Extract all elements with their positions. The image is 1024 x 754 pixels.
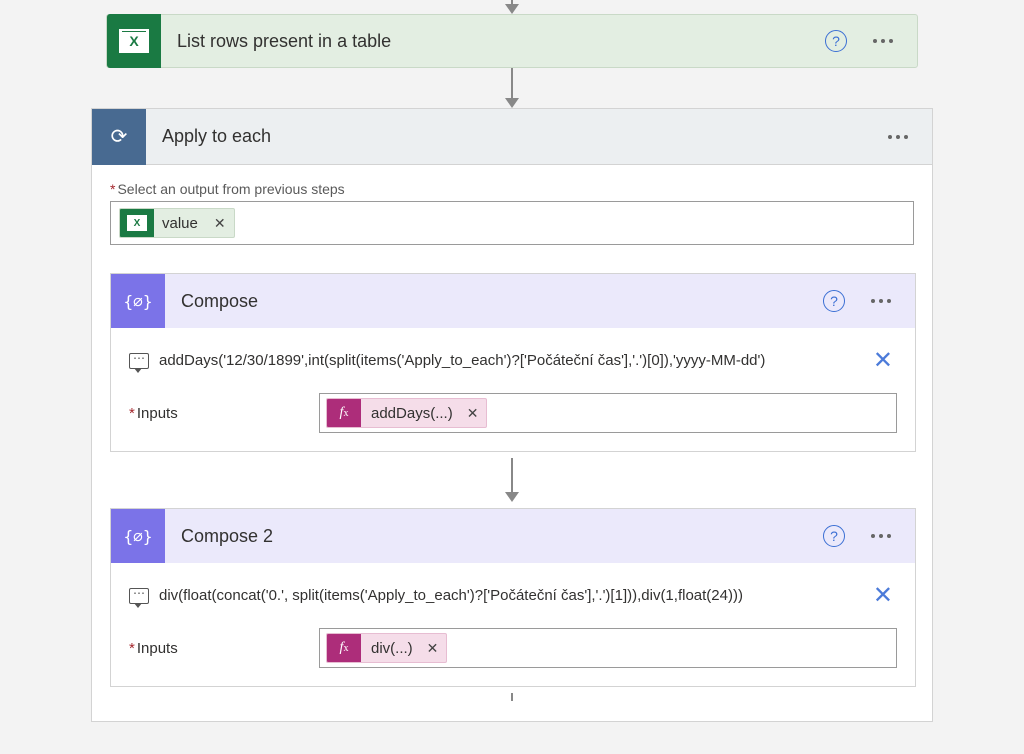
- fx-icon: fx: [327, 633, 361, 663]
- dismiss-peek-button[interactable]: ✕: [869, 577, 897, 614]
- more-menu-button[interactable]: [882, 129, 914, 145]
- inputs-field-1[interactable]: fx addDays(...) ✕: [319, 393, 897, 433]
- compose-title-2: Compose 2: [165, 526, 823, 547]
- compose-header-2[interactable]: {∅} Compose 2 ?: [111, 509, 915, 563]
- apply-to-each-card: ⟳ Apply to each *Select an output from p…: [91, 108, 933, 722]
- excel-icon: X: [120, 208, 154, 238]
- value-chip-label: value: [154, 215, 206, 232]
- connector-arrow-1: [0, 68, 1024, 108]
- comment-icon: [129, 588, 149, 604]
- dismiss-peek-button[interactable]: ✕: [869, 342, 897, 379]
- more-menu-button[interactable]: [865, 528, 897, 544]
- inputs-param-label-1: *Inputs: [129, 405, 319, 422]
- more-menu-button[interactable]: [865, 293, 897, 309]
- fx-expression-chip-2[interactable]: fx div(...) ✕: [326, 633, 447, 663]
- remove-chip-icon[interactable]: ✕: [419, 640, 447, 657]
- excel-icon: X: [107, 14, 161, 68]
- peek-code-row-1: addDays('12/30/1899',int(split(items('Ap…: [129, 342, 897, 379]
- help-icon[interactable]: ?: [823, 290, 845, 312]
- fx-expression-chip-1[interactable]: fx addDays(...) ✕: [326, 398, 487, 428]
- inputs-field-2[interactable]: fx div(...) ✕: [319, 628, 897, 668]
- expression-text-2: div(float(concat('0.', split(items('Appl…: [159, 587, 859, 604]
- compose-header-1[interactable]: {∅} Compose ?: [111, 274, 915, 328]
- select-output-label: *Select an output from previous steps: [110, 181, 914, 197]
- peek-code-row-2: div(float(concat('0.', split(items('Appl…: [129, 577, 897, 614]
- excel-action-card[interactable]: X List rows present in a table ?: [106, 14, 918, 68]
- remove-chip-icon[interactable]: ✕: [459, 405, 487, 422]
- apply-to-each-title: Apply to each: [146, 126, 882, 147]
- inputs-param-label-2: *Inputs: [129, 640, 319, 657]
- help-icon[interactable]: ?: [823, 525, 845, 547]
- data-operation-icon: {∅}: [111, 274, 165, 328]
- expression-text-1: addDays('12/30/1899',int(split(items('Ap…: [159, 352, 859, 369]
- loop-icon: ⟳: [92, 109, 146, 165]
- connector-arrow-3: [511, 693, 513, 701]
- fx-chip-label-2: div(...): [361, 640, 419, 657]
- help-icon[interactable]: ?: [825, 30, 847, 52]
- select-output-input[interactable]: X value ✕: [110, 201, 914, 245]
- apply-to-each-header[interactable]: ⟳ Apply to each: [92, 109, 932, 165]
- remove-chip-icon[interactable]: ✕: [206, 215, 234, 232]
- compose-card-1: {∅} Compose ? addDays('12/30/1899',int(s…: [110, 273, 916, 452]
- comment-icon: [129, 353, 149, 369]
- more-menu-button[interactable]: [867, 33, 899, 49]
- compose-card-2: {∅} Compose 2 ? div(float(concat('0.', s…: [110, 508, 916, 687]
- fx-chip-label-1: addDays(...): [361, 405, 459, 422]
- value-token-chip[interactable]: X value ✕: [119, 208, 235, 238]
- compose-title-1: Compose: [165, 291, 823, 312]
- connector-arrow-2: [505, 458, 519, 502]
- data-operation-icon: {∅}: [111, 509, 165, 563]
- fx-icon: fx: [327, 398, 361, 428]
- excel-action-title: List rows present in a table: [161, 31, 825, 52]
- connector-arrow-top: [0, 0, 1024, 14]
